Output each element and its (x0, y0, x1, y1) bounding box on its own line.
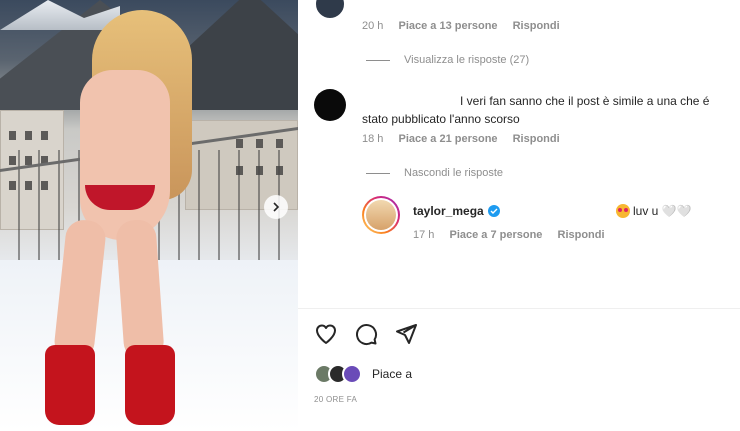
heart-eyes-emoji-icon (616, 204, 630, 218)
comment-text: I veri fan sanno che il post è simile a … (362, 92, 738, 128)
avatar[interactable] (314, 89, 346, 121)
reply-text: luv u 🤍🤍 (616, 204, 692, 218)
chevron-right-icon (273, 202, 280, 212)
reply-avatar[interactable] (362, 196, 400, 234)
comment-likes-link[interactable]: Piace a 21 persone (398, 133, 497, 145)
hide-replies-label: Nascondi le risposte (404, 167, 504, 179)
section-divider (298, 308, 740, 309)
share-icon[interactable] (394, 322, 418, 346)
comment-likes-link[interactable]: Piace a 13 persone (398, 20, 497, 32)
action-bar (314, 322, 418, 346)
person-figure (40, 10, 192, 425)
reply-button[interactable]: Rispondi (513, 20, 560, 32)
hide-replies-button[interactable]: Nascondi le risposte (366, 167, 503, 179)
comment-time: 20 h (362, 20, 384, 32)
comment-time: 18 h (362, 133, 384, 145)
reply-meta: 17 h Piace a 7 persone Rispondi (413, 229, 617, 241)
likes-summary[interactable]: Piace a (314, 364, 412, 384)
verified-badge-icon (487, 205, 500, 217)
avatar (342, 364, 362, 384)
reply-button[interactable]: Rispondi (558, 229, 605, 241)
reply-username[interactable]: taylor_mega (413, 204, 500, 218)
post-image (0, 0, 298, 431)
comment-meta: 18 h Piace a 21 persone Rispondi (362, 133, 572, 145)
likes-label: Piace a (372, 367, 413, 381)
post-timestamp: 20 ORE FA (314, 395, 358, 404)
divider-line (366, 172, 390, 174)
next-image-button[interactable] (264, 195, 288, 219)
heart-icon[interactable] (314, 322, 338, 346)
comments-panel: 20 h Piace a 13 persone Rispondi Visuali… (298, 0, 740, 431)
username-label: taylor_mega (413, 204, 484, 218)
reply-button[interactable]: Rispondi (513, 133, 560, 145)
divider-line (366, 59, 390, 61)
view-replies-button[interactable]: Visualizza le risposte (27) (366, 54, 529, 66)
view-replies-label: Visualizza le risposte (27) (404, 54, 530, 66)
comment-meta: 20 h Piace a 13 persone Rispondi (362, 20, 572, 32)
avatar[interactable] (314, 0, 346, 20)
avatar (366, 200, 396, 230)
comment-icon[interactable] (354, 322, 378, 346)
reply-body: luv u 🤍🤍 (633, 204, 692, 218)
reply-likes-link[interactable]: Piace a 7 persone (449, 229, 542, 241)
comment-body: I veri fan sanno che il post è simile a … (362, 94, 710, 126)
reply-time: 17 h (413, 229, 435, 241)
